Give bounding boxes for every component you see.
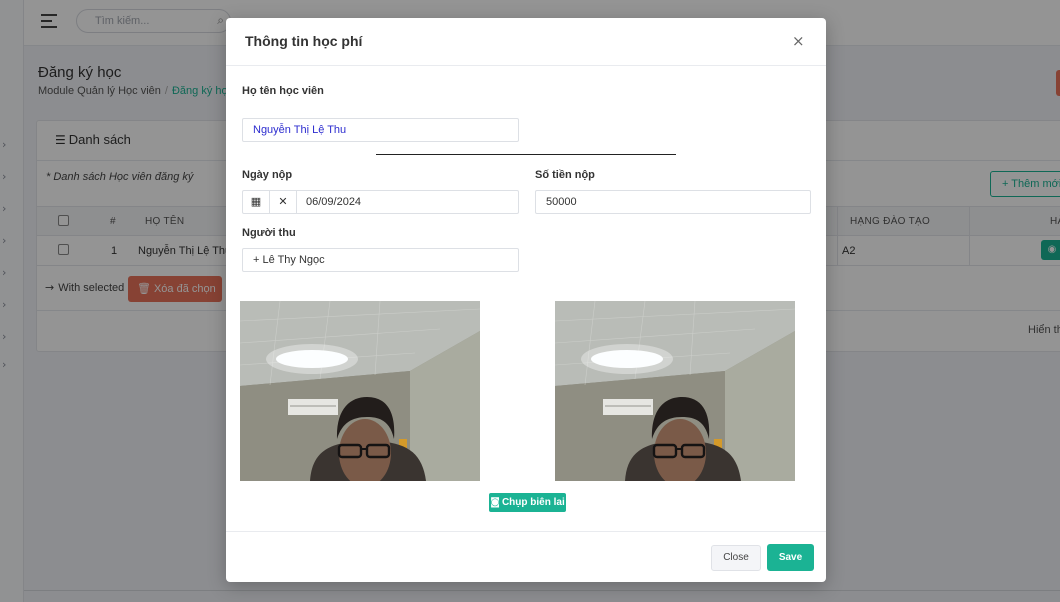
webcam-preview (240, 301, 480, 481)
save-button[interactable]: Save (767, 544, 814, 571)
modal-footer: Close Save (226, 531, 826, 582)
modal-header: Thông tin học phí × (226, 18, 826, 66)
capture-receipt-button[interactable]: ◙ Chụp biên lai (489, 493, 566, 512)
tuition-modal: Thông tin học phí × Họ tên học viên Nguy… (226, 18, 826, 582)
close-button[interactable]: Close (711, 545, 761, 571)
modal-title: Thông tin học phí (245, 33, 363, 49)
payment-date-value[interactable]: 06/09/2024 (306, 196, 361, 208)
capture-receipt-label: Chụp biên lai (501, 497, 565, 508)
captured-receipt-image (555, 301, 795, 481)
student-name-label: Họ tên học viên (242, 85, 324, 97)
calendar-icon[interactable]: ▦ (243, 191, 270, 213)
amount-field[interactable]: 50000 (535, 190, 811, 214)
student-name-field[interactable]: Nguyễn Thị Lệ Thu (242, 118, 519, 142)
payment-date-field[interactable]: ▦ ✕ 06/09/2024 (242, 190, 519, 214)
receiver-label: Người thu (242, 227, 296, 239)
receiver-field[interactable]: + Lê Thy Ngọc (242, 248, 519, 272)
camera-icon: ◙ (490, 497, 500, 508)
close-icon[interactable]: × (792, 32, 805, 50)
payment-date-label: Ngày nộp (242, 169, 293, 181)
separator-line (376, 154, 676, 155)
amount-label: Số tiền nộp (535, 169, 595, 181)
clear-date-icon[interactable]: ✕ (270, 191, 297, 213)
